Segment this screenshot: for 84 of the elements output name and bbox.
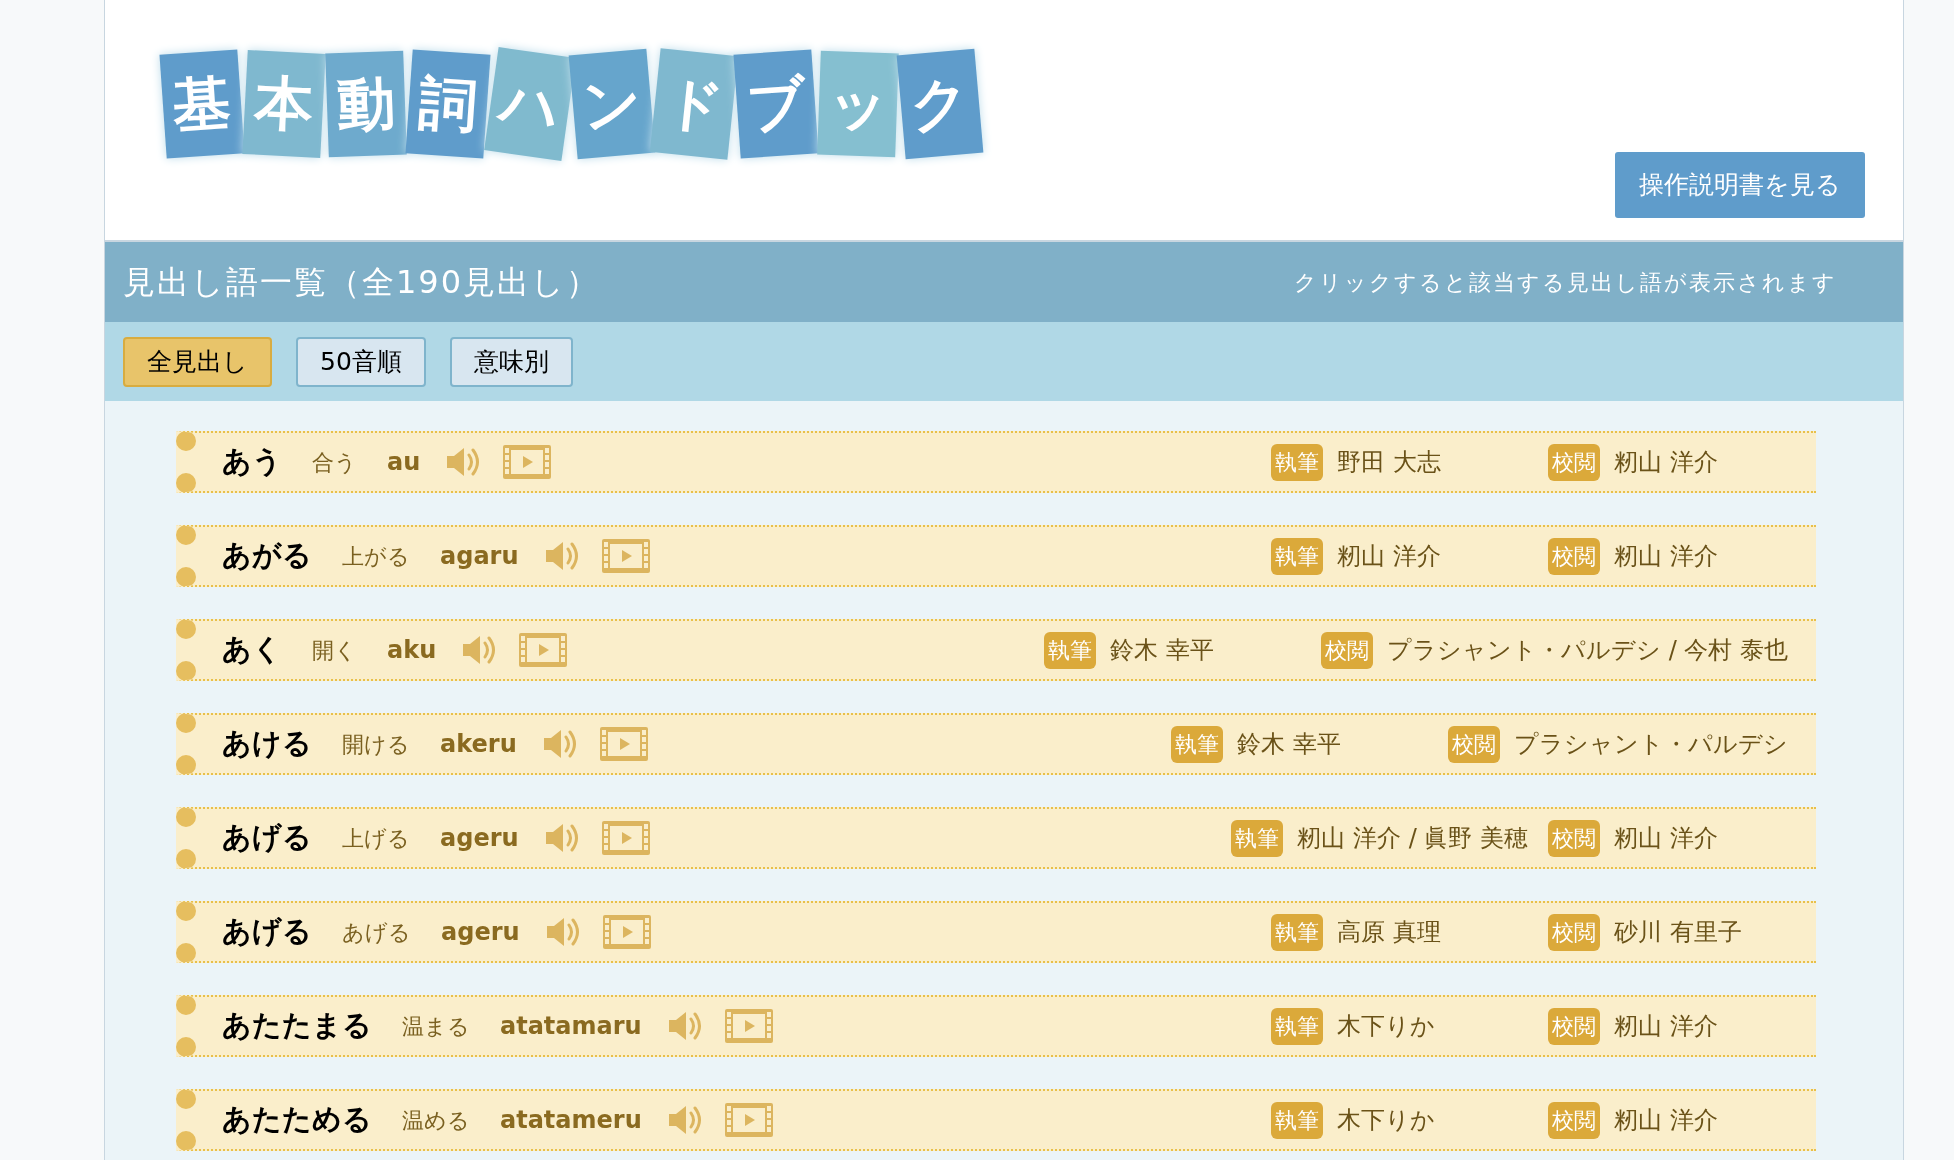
entry-row[interactable]: あたたまる 温まる atatamaru 執筆 木下りか 校閲 籾山 洋介	[176, 995, 1816, 1057]
entry-kanji: 温める	[402, 1106, 470, 1135]
entry-row[interactable]: あげる 上げる ageru 執筆 籾山 洋介 / 眞野 美穂 校閲 籾山 洋介	[176, 807, 1816, 869]
video-icon[interactable]	[601, 914, 652, 950]
entry-word: あげる	[222, 819, 312, 857]
filter-tab[interactable]: 全見出し	[123, 336, 272, 387]
reviewer-name: 籾山 洋介	[1614, 1105, 1718, 1136]
entry-row[interactable]: あたためる 温める atatameru 執筆 木下りか 校閲 籾山 洋介	[176, 1089, 1816, 1151]
entry-word: あげる	[222, 913, 312, 951]
entry-word: あく	[222, 631, 282, 669]
logo-tile: ク	[896, 48, 984, 160]
entry-romaji: agaru	[440, 541, 519, 572]
entry-kanji: 開ける	[342, 730, 410, 759]
writer-badge: 執筆	[1271, 537, 1323, 575]
writer-name: 籾山 洋介	[1337, 541, 1442, 572]
video-icon[interactable]	[600, 538, 651, 574]
logo-tile: 動	[325, 50, 407, 158]
reviewer-name: 籾山 洋介	[1614, 823, 1718, 854]
video-icon[interactable]	[502, 444, 553, 480]
writer-badge: 執筆	[1271, 1101, 1323, 1139]
entry-romaji: au	[387, 447, 421, 478]
reviewer-name: 砂川 有里子	[1614, 917, 1742, 948]
logo-tile: ッ	[817, 50, 899, 158]
list-title: 見出し語一覧（全190見出し）	[123, 262, 601, 303]
reviewer-badge: 校閲	[1548, 819, 1600, 857]
writer-name: 木下りか	[1337, 1105, 1436, 1136]
entry-kanji: あげる	[342, 918, 411, 947]
reviewer-name: プラシャント・パルデシ	[1514, 729, 1788, 760]
entry-word: あがる	[222, 537, 312, 575]
entry-word: あう	[222, 443, 282, 481]
entry-row[interactable]: あう 合う au 執筆 野田 大志 校閲 籾山 洋介	[176, 431, 1816, 493]
entry-romaji: akeru	[440, 729, 517, 760]
reviewer-badge: 校閲	[1548, 1101, 1600, 1139]
logo-tile: 詞	[405, 49, 491, 159]
writer-name: 鈴木 幸平	[1110, 635, 1215, 666]
writer-name: 野田 大志	[1337, 447, 1442, 478]
entry-romaji: aku	[387, 635, 437, 666]
entry-kanji: 温まる	[402, 1012, 470, 1041]
writer-name: 高原 真理	[1337, 917, 1442, 948]
writer-badge: 執筆	[1271, 1007, 1323, 1045]
entry-romaji: atatameru	[500, 1105, 642, 1136]
writer-badge: 執筆	[1171, 725, 1223, 763]
reviewer-badge: 校閲	[1321, 631, 1373, 669]
video-icon[interactable]	[518, 632, 569, 668]
reviewer-name: 籾山 洋介	[1614, 447, 1718, 478]
writer-badge: 執筆	[1044, 631, 1096, 669]
hint-text: クリックすると該当する見出し語が表示されます	[1294, 268, 1837, 297]
filter-tab[interactable]: 50音順	[296, 336, 426, 387]
entry-kanji: 開く	[312, 636, 357, 665]
writer-badge: 執筆	[1231, 819, 1284, 857]
entry-kanji: 上がる	[342, 542, 410, 571]
reviewer-name: 籾山 洋介	[1614, 1011, 1718, 1042]
entry-word: あける	[222, 725, 312, 763]
writer-name: 籾山 洋介 / 眞野 美穂	[1297, 823, 1529, 854]
video-icon[interactable]	[600, 820, 651, 856]
entry-word: あたためる	[222, 1101, 372, 1139]
reviewer-name: プラシャント・パルデシ / 今村 泰也	[1387, 635, 1788, 666]
logo-tile: ブ	[733, 49, 819, 159]
filter-tab[interactable]: 意味別	[449, 336, 573, 387]
logo-tile: 基	[159, 49, 245, 159]
writer-badge: 執筆	[1271, 443, 1323, 481]
reviewer-badge: 校閲	[1448, 725, 1500, 763]
entry-word: あたたまる	[222, 1007, 372, 1045]
video-icon[interactable]	[723, 1008, 774, 1044]
entry-row[interactable]: あく 開く aku 執筆 鈴木 幸平 校閲 プラシャント・パルデシ / 今村 泰也	[176, 619, 1816, 681]
writer-name: 木下りか	[1337, 1011, 1436, 1042]
reviewer-badge: 校閲	[1548, 443, 1600, 481]
entry-kanji: 上げる	[342, 824, 410, 853]
entry-romaji: atatamaru	[500, 1011, 642, 1042]
entry-row[interactable]: あがる 上がる agaru 執筆 籾山 洋介 校閲 籾山 洋介	[176, 525, 1816, 587]
video-icon[interactable]	[723, 1102, 774, 1138]
reviewer-badge: 校閲	[1548, 537, 1600, 575]
video-icon[interactable]	[598, 726, 649, 762]
entry-row[interactable]: あげる あげる ageru 執筆 高原 真理 校閲 砂川 有里子	[176, 901, 1816, 963]
reviewer-badge: 校閲	[1548, 913, 1600, 951]
writer-name: 鈴木 幸平	[1237, 729, 1342, 760]
entry-romaji: ageru	[441, 917, 520, 948]
reviewer-name: 籾山 洋介	[1614, 541, 1718, 572]
logo-tile: 本	[242, 50, 326, 158]
writer-badge: 執筆	[1271, 913, 1323, 951]
entry-romaji: ageru	[440, 823, 519, 854]
reviewer-badge: 校閲	[1548, 1007, 1600, 1045]
entry-row[interactable]: あける 開ける akeru 執筆 鈴木 幸平 校閲 プラシャント・パルデシ	[176, 713, 1816, 775]
entry-kanji: 合う	[312, 448, 357, 477]
